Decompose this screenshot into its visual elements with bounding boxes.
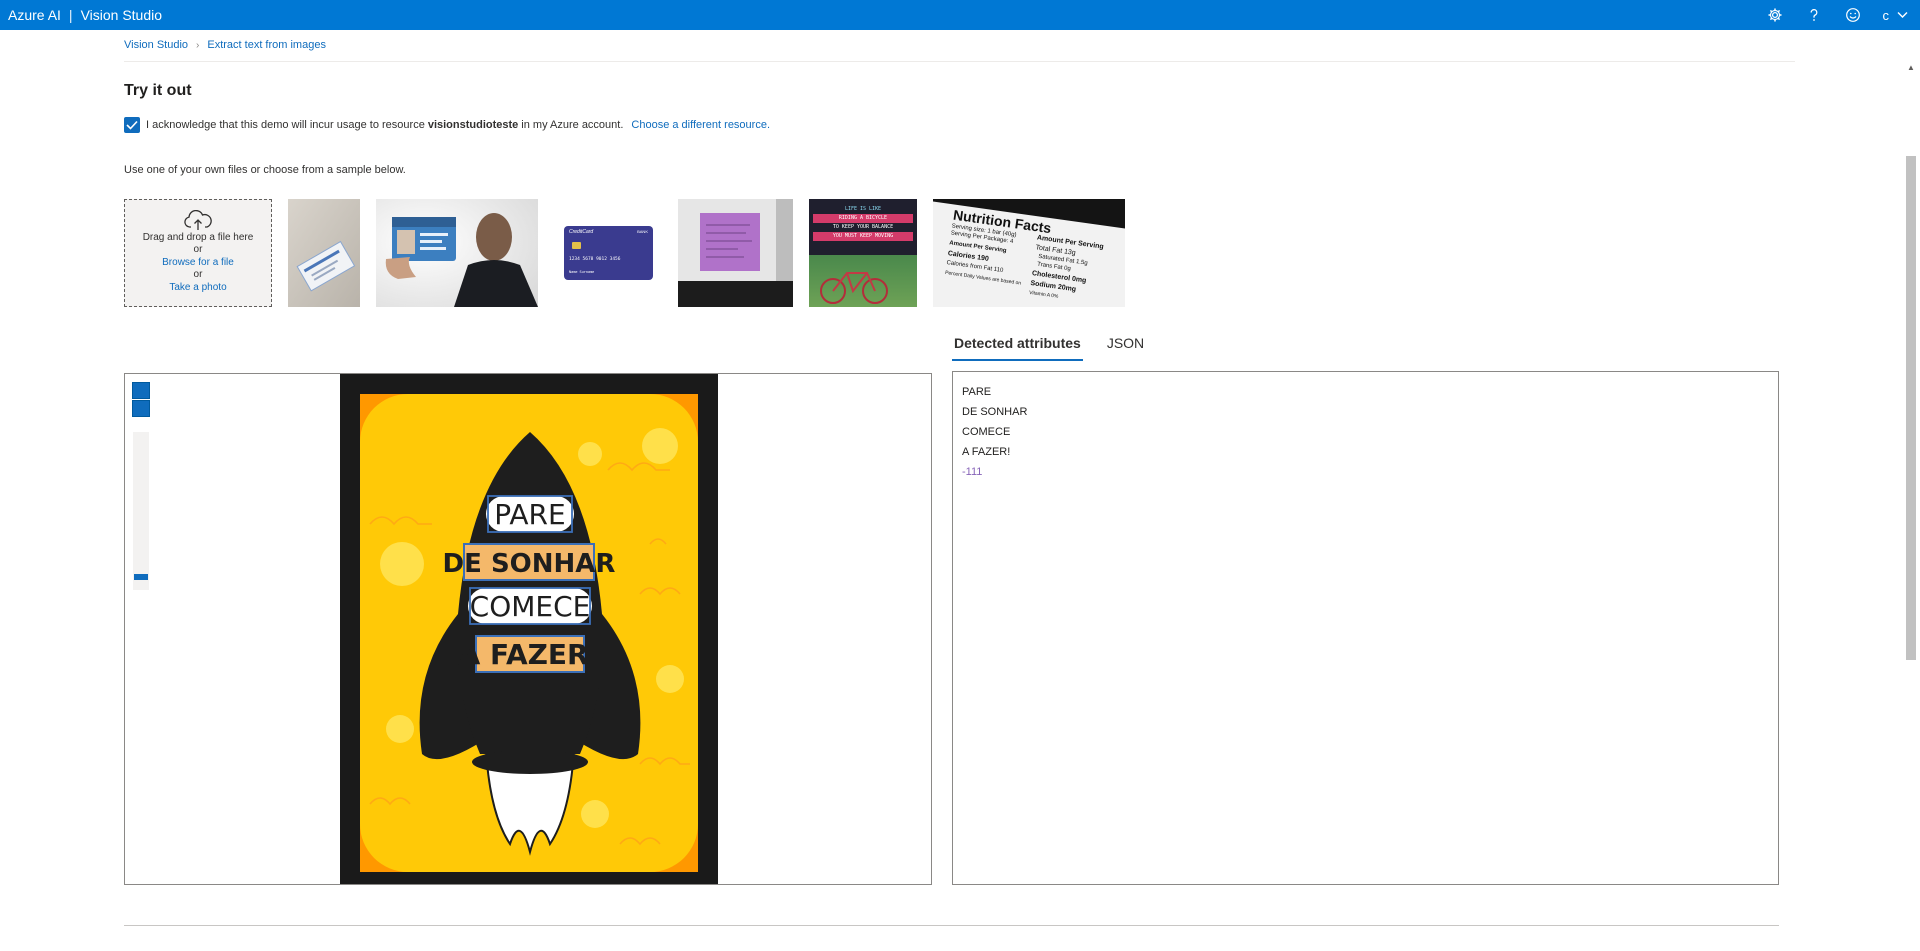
acknowledge-row: I acknowledge that this demo will incur … <box>124 117 770 133</box>
gear-icon <box>1768 8 1782 22</box>
breadcrumb-extract-text[interactable]: Extract text from images <box>207 39 326 51</box>
detected-line: A FAZER! <box>962 446 1011 458</box>
sample-image-social-security-card[interactable] <box>288 199 360 307</box>
chevron-down-icon <box>1897 12 1908 18</box>
breadcrumb: Vision Studio › Extract text from images <box>124 39 326 51</box>
account-menu[interactable]: c <box>1873 0 1920 30</box>
chevron-right-icon: › <box>196 39 200 51</box>
sample-image-handwritten-note[interactable] <box>678 199 793 307</box>
nutrition-vitamin: Vitamin A 0% <box>1028 289 1059 300</box>
detected-line-extra: -111 <box>962 466 983 478</box>
cloud-upload-icon <box>184 210 212 230</box>
sample-image-nutrition-facts[interactable]: Nutrition Facts Serving size: 1 bar (40g… <box>933 199 1125 307</box>
top-bar: Azure AI | Vision Studio c <box>0 0 1920 30</box>
detected-line: PARE <box>962 386 992 398</box>
zoom-slider[interactable] <box>133 432 149 590</box>
zoom-out-button[interactable] <box>132 400 150 417</box>
or-text: or <box>193 244 203 255</box>
card-brand-text: CreditCard <box>569 229 594 235</box>
breadcrumb-vision-studio[interactable]: Vision Studio <box>124 39 188 51</box>
card-chip-icon <box>572 242 581 249</box>
result-tabs: Detected attributes JSON <box>952 333 1146 361</box>
checkmark-icon <box>126 120 138 130</box>
card-bank-text: BANK <box>637 229 648 234</box>
zoom-in-button[interactable] <box>132 382 150 399</box>
sample-image-credit-card[interactable]: CreditCard BANK 1234 5678 9012 3456 Name… <box>554 199 674 307</box>
browse-file-link[interactable]: Browse for a file <box>125 256 271 269</box>
brand-azure-ai: Azure AI <box>8 7 61 23</box>
sample-image-street-sign[interactable]: LIFE IS LIKE RIDING A BICYCLE TO KEEP YO… <box>809 199 917 307</box>
sign-line-1: LIFE IS LIKE <box>844 206 882 212</box>
zoom-buttons <box>132 382 150 418</box>
ack-text-prefix: I acknowledge that this demo will incur … <box>146 119 425 131</box>
section-heading: Try it out <box>124 82 192 99</box>
detected-line: COMECE <box>962 426 1011 438</box>
choose-resource-link[interactable]: Choose a different resource. <box>631 119 770 131</box>
nutrition-daily-note: Percent Daily Values are based on <box>944 269 1022 287</box>
poster-word-3: COMECE <box>470 590 591 623</box>
page-scrollbar[interactable]: ▲ <box>1904 60 1918 951</box>
samples-intro: Use one of your own files or choose from… <box>124 164 406 176</box>
brand-separator: | <box>68 7 73 23</box>
poster-word-4: A FAZER! <box>459 638 602 671</box>
sign-line-4: YOU MUST KEEP MOVING <box>813 232 913 241</box>
drag-drop-text: Drag and drop a file here <box>142 232 254 243</box>
acknowledge-checkbox[interactable] <box>124 117 140 133</box>
scrollbar-thumb[interactable] <box>1906 156 1916 660</box>
feedback-button[interactable] <box>1834 0 1873 30</box>
user-initial: c <box>1882 7 1890 23</box>
settings-button[interactable] <box>1756 0 1795 30</box>
detected-text-results: PARE DE SONHAR COMECE A FAZER! -111 <box>952 371 1779 885</box>
bicycle-icon <box>820 272 888 304</box>
detected-line: DE SONHAR <box>962 406 1028 418</box>
poster-word-1: PARE <box>494 498 565 531</box>
or-text: or <box>193 269 203 280</box>
card-number-text: 1234 5678 9012 3456 <box>569 257 621 262</box>
sign-line-2: RIDING A BICYCLE <box>813 214 913 223</box>
caret-up-icon[interactable]: ▲ <box>1904 60 1918 76</box>
ack-text-suffix: in my Azure account. <box>521 119 624 131</box>
resource-name: visionstudioteste <box>427 119 519 131</box>
help-button[interactable] <box>1795 0 1834 30</box>
poster-word-2: DE SONHAR <box>443 549 616 579</box>
feedback-smiley-icon <box>1846 8 1860 22</box>
app-brand[interactable]: Azure AI | Vision Studio <box>0 7 162 23</box>
divider <box>124 61 1795 62</box>
help-icon <box>1810 9 1818 21</box>
analyzed-poster-image: PARE DE SONHAR COMECE A FAZER! <box>340 374 718 884</box>
take-photo-link[interactable]: Take a photo <box>125 281 271 294</box>
sample-image-id-card[interactable] <box>376 199 538 307</box>
tab-json[interactable]: JSON <box>1105 333 1146 361</box>
brand-vision-studio: Vision Studio <box>80 7 163 23</box>
card-name-text: Name Surname <box>569 270 595 274</box>
divider <box>124 925 1779 926</box>
sign-line-3: TO KEEP YOUR BALANCE <box>832 224 894 230</box>
image-viewer[interactable]: PARE DE SONHAR COMECE A FAZER! <box>124 373 932 885</box>
tab-detected-attributes[interactable]: Detected attributes <box>952 333 1083 361</box>
upload-dropzone[interactable]: Drag and drop a file here or Browse for … <box>124 199 272 307</box>
zoom-slider-thumb[interactable] <box>134 574 148 580</box>
